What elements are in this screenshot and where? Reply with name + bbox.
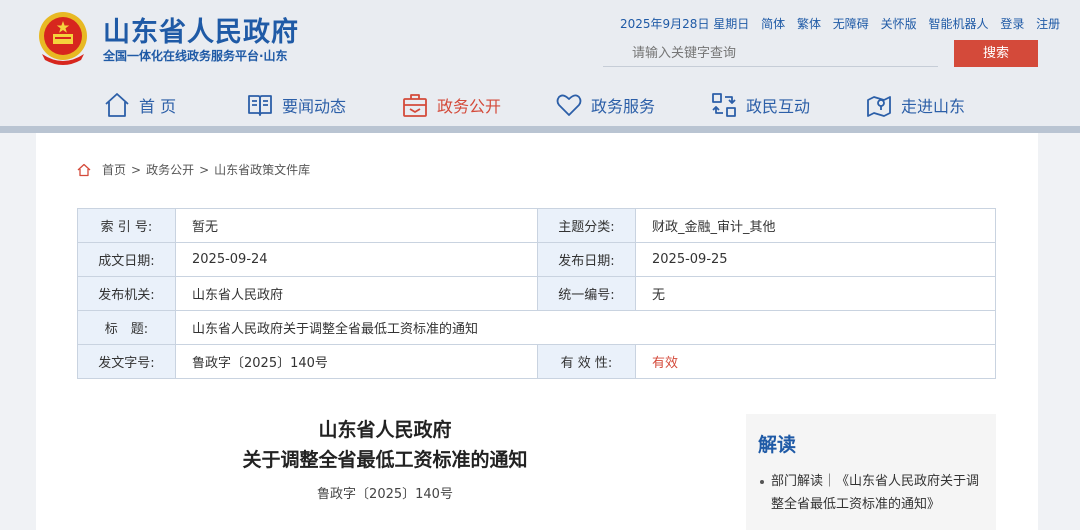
nav-gov-affairs[interactable]: 政务公开 (401, 90, 501, 120)
index-value: 暂无 (175, 208, 538, 243)
document-number: 鲁政字〔2025〕140号 (317, 487, 453, 502)
doc-number-label: 发文字号: (77, 344, 176, 379)
home-icon (105, 93, 129, 117)
nav-label: 走进山东 (901, 97, 966, 116)
written-date-value: 2025-09-24 (175, 242, 538, 277)
document-title: 山东省人民政府 关于调整全省最低工资标准的通知 (156, 415, 614, 475)
site-subtitle: 全国一体化在线政务服务平台·山东 (103, 49, 288, 63)
topic-value: 财政_金融_审计_其他 (635, 208, 996, 243)
traditional-link[interactable]: 繁体 (797, 17, 821, 31)
heart-icon (556, 94, 582, 116)
topic-label: 主题分类: (537, 208, 636, 243)
nav-shandong[interactable]: 走进山东 (865, 90, 965, 120)
care-mode-link[interactable]: 关怀版 (881, 17, 917, 31)
issuer-value: 山东省人民政府 (175, 276, 538, 311)
robot-link[interactable]: 智能机器人 (928, 17, 988, 31)
index-label: 索 引 号: (77, 208, 176, 243)
breadcrumb-policy-library[interactable]: 山东省政策文件库 (214, 161, 310, 178)
publish-date-value: 2025-09-25 (635, 242, 996, 277)
validity-value: 有效 (635, 344, 996, 379)
site-header: 山东省人民政府 全国一体化在线政务服务平台·山东 2025年9月28日 星期日 … (0, 0, 1080, 128)
nav-home[interactable]: 首 页 (103, 90, 176, 120)
site-title[interactable]: 山东省人民政府 (103, 10, 299, 49)
simplified-link[interactable]: 简体 (761, 17, 785, 31)
breadcrumb: 首页 > 政务公开 > 山东省政策文件库 (77, 161, 310, 178)
table-row: 发文字号: 鲁政字〔2025〕140号 有 效 性: 有效 (77, 344, 996, 379)
map-pin-icon (867, 96, 891, 117)
nav-interaction[interactable]: 政民互动 (710, 90, 810, 120)
nav-label: 要闻动态 (282, 97, 347, 116)
title-value: 山东省人民政府关于调整全省最低工资标准的通知 (175, 310, 996, 345)
main-nav: 首 页 要闻动态 政务公开 政务服务 政民互动 走进山东 (0, 84, 1080, 126)
nav-news[interactable]: 要闻动态 (246, 90, 346, 120)
portfolio-icon (403, 94, 427, 117)
breadcrumb-gov-affairs[interactable]: 政务公开 (146, 161, 194, 178)
serial-value: 无 (635, 276, 996, 311)
book-icon (248, 95, 272, 116)
top-links: 2025年9月28日 星期日 简体 繁体 无障碍 关怀版 智能机器人 登录 注册 (620, 15, 1060, 31)
breadcrumb-separator: > (199, 162, 210, 177)
document-title-line2: 关于调整全省最低工资标准的通知 (242, 449, 528, 471)
interpretation-panel: 解读 部门解读｜《山东省人民政府关于调整全省最低工资标准的通知》 (746, 414, 996, 530)
publish-date-label: 发布日期: (537, 242, 636, 277)
search-box (603, 40, 938, 67)
written-date-label: 成文日期: (77, 242, 176, 277)
date-text: 2025年9月28日 星期日 (620, 17, 750, 31)
accessibility-link[interactable]: 无障碍 (833, 17, 869, 31)
breadcrumb-separator: > (131, 162, 142, 177)
register-link[interactable]: 注册 (1036, 17, 1060, 31)
nav-label: 政务公开 (437, 97, 502, 116)
table-row: 索 引 号: 暂无 主题分类: 财政_金融_审计_其他 (77, 208, 996, 243)
search-button[interactable]: 搜索 (954, 40, 1038, 67)
validity-label: 有 效 性: (537, 344, 636, 379)
home-icon (77, 163, 91, 176)
table-row: 成文日期: 2025-09-24 发布日期: 2025-09-25 (77, 242, 996, 277)
doc-number-value: 鲁政字〔2025〕140号 (175, 344, 538, 379)
login-link[interactable]: 登录 (1000, 17, 1024, 31)
interpretation-title: 解读 (758, 434, 797, 456)
nav-label: 政务服务 (591, 97, 656, 116)
document-meta-table: 索 引 号: 暂无 主题分类: 财政_金融_审计_其他 成文日期: 2025-0… (77, 208, 996, 379)
title-label: 标 题: (77, 310, 176, 345)
table-row: 标 题: 山东省人民政府关于调整全省最低工资标准的通知 (77, 310, 996, 345)
interpretation-link[interactable]: 部门解读｜《山东省人民政府关于调整全省最低工资标准的通知》 (760, 470, 985, 516)
nav-services[interactable]: 政务服务 (555, 90, 655, 120)
national-emblem-icon (39, 12, 87, 65)
main-content: 首页 > 政务公开 > 山东省政策文件库 索 引 号: 暂无 主题分类: 财政_… (36, 133, 1038, 530)
search-input[interactable] (603, 42, 933, 64)
header-divider (0, 126, 1080, 133)
issuer-label: 发布机关: (77, 276, 176, 311)
document-title-line1: 山东省人民政府 (318, 419, 452, 441)
table-row: 发布机关: 山东省人民政府 统一编号: 无 (77, 276, 996, 311)
serial-label: 统一编号: (537, 276, 636, 311)
breadcrumb-home[interactable]: 首页 (102, 161, 126, 178)
nav-label: 政民互动 (746, 97, 811, 116)
interaction-icon (712, 93, 736, 117)
nav-label: 首 页 (139, 97, 177, 116)
